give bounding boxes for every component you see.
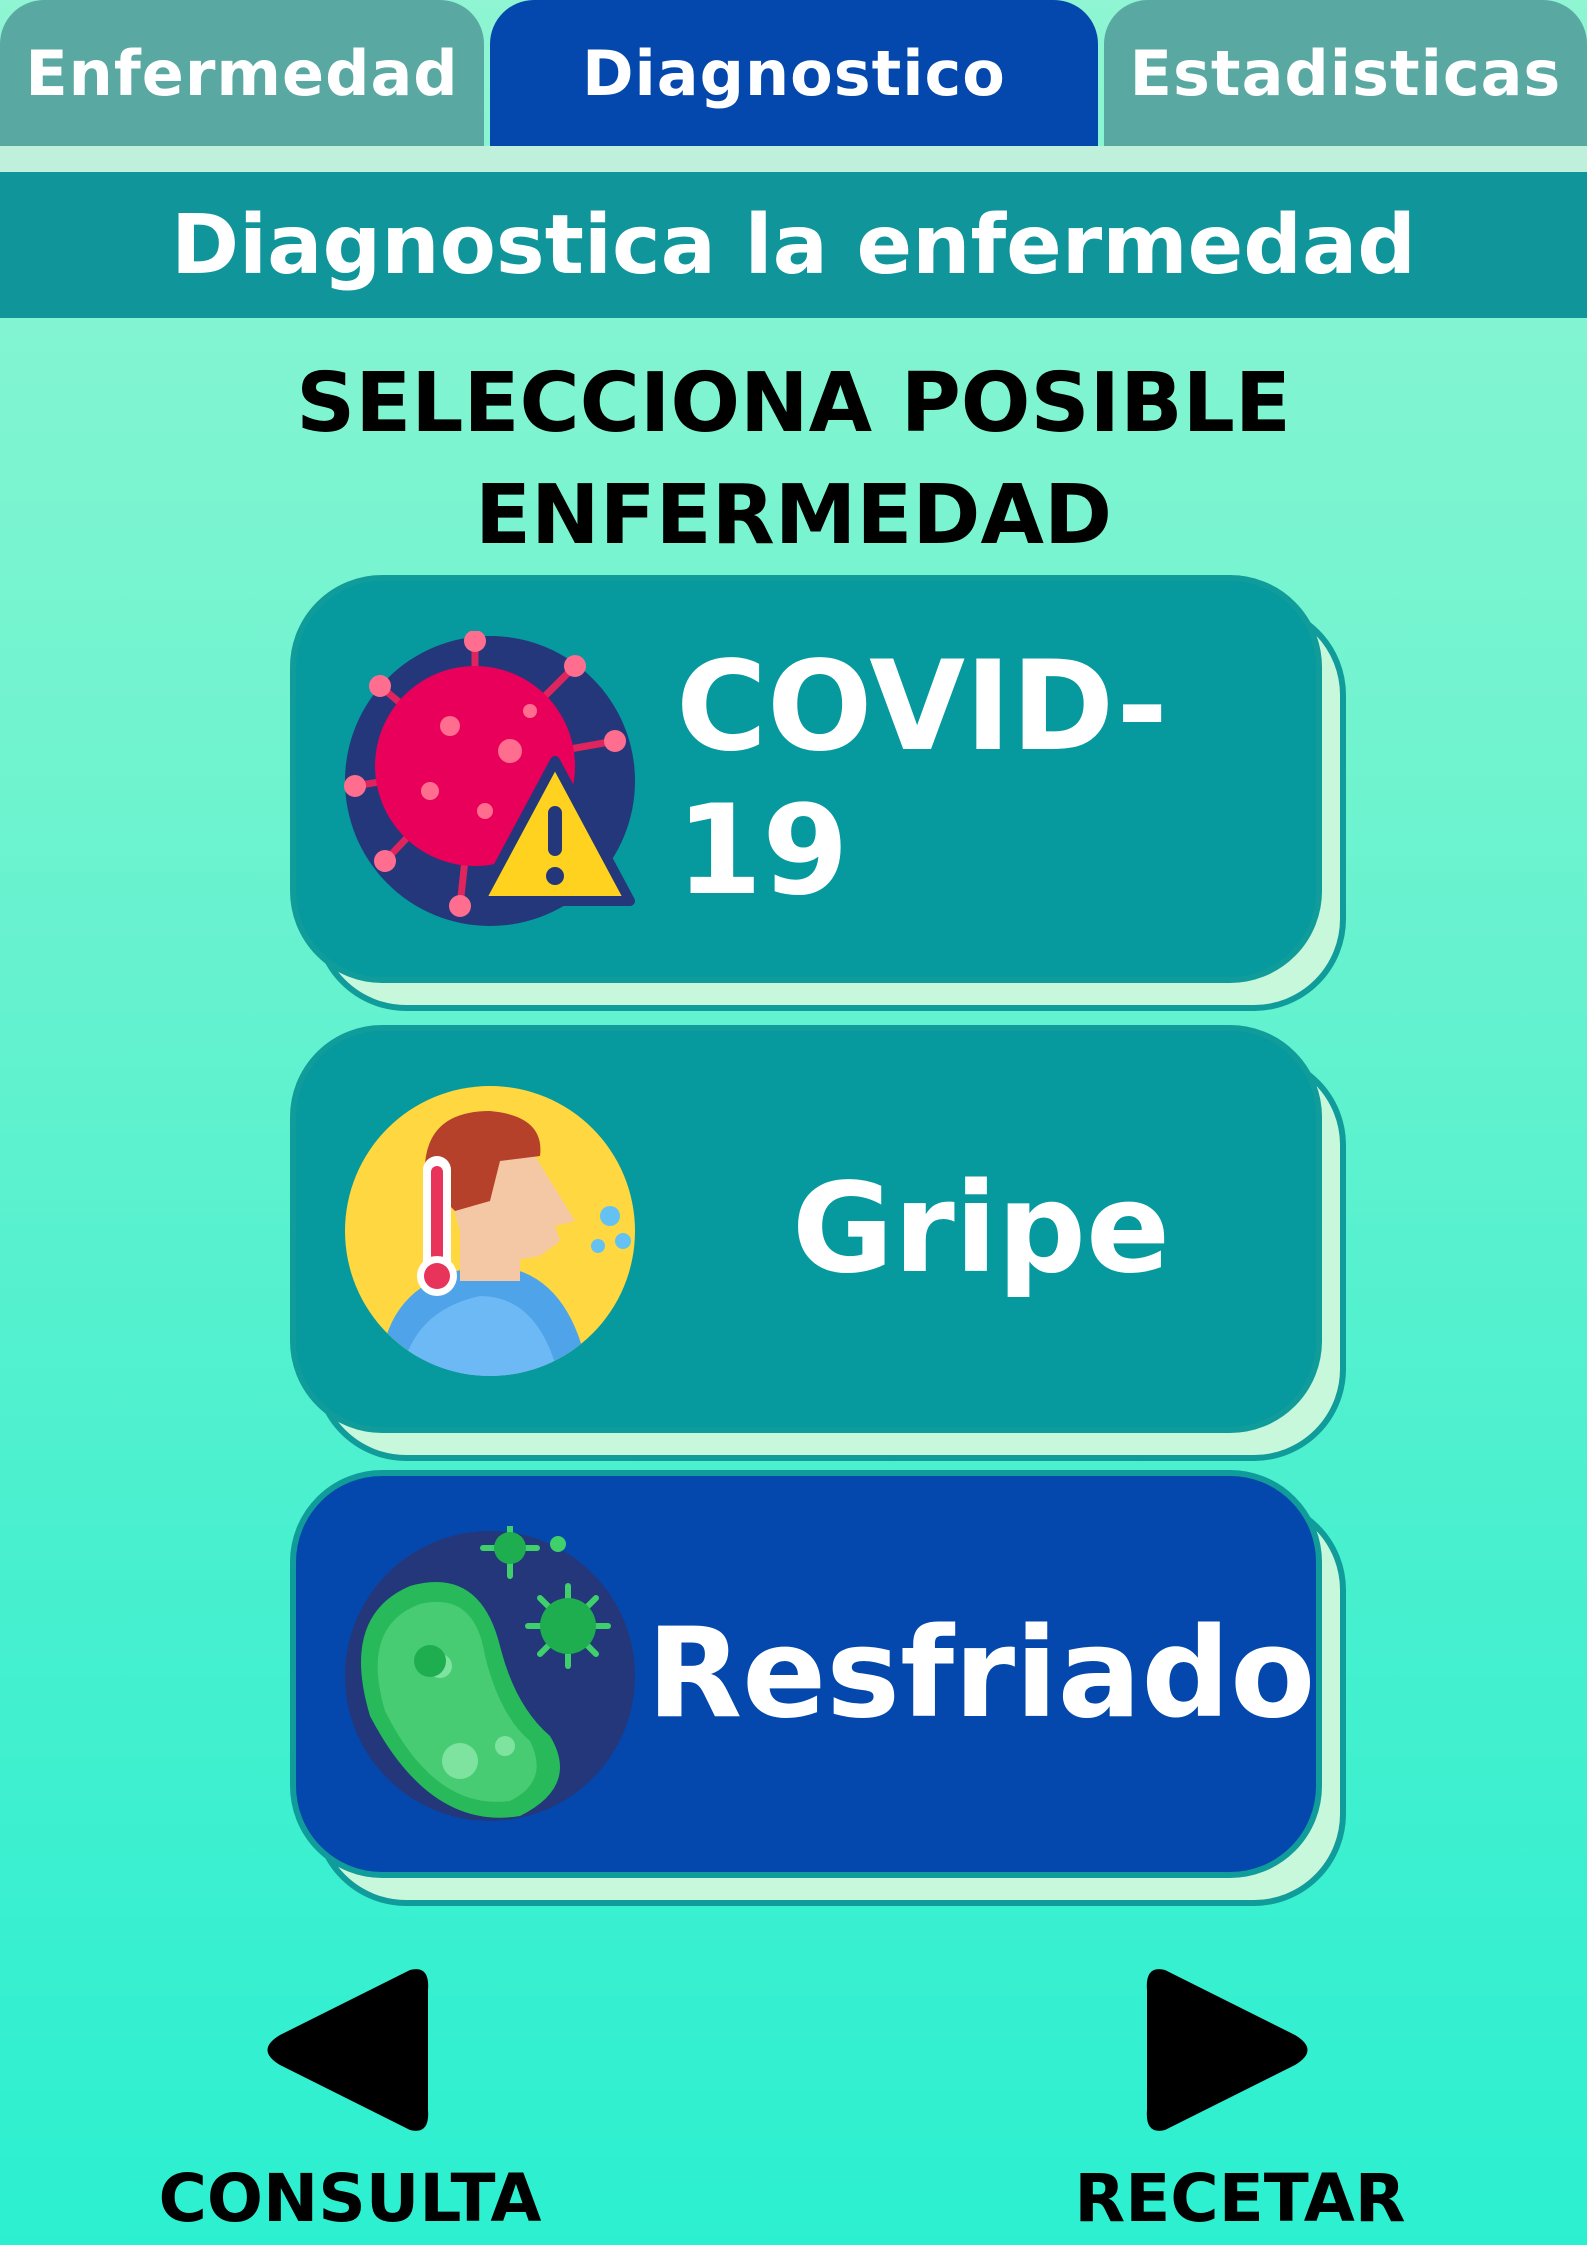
- instruction-line-1: SELECCIONA POSIBLE: [296, 356, 1291, 451]
- virus-warning-icon: [344, 631, 635, 926]
- instruction-text: SELECCIONA POSIBLE ENFERMEDAD: [160, 348, 1427, 572]
- fever-sneeze-icon: [345, 1086, 635, 1376]
- page-title: Diagnostica la enfermedad: [170, 197, 1416, 293]
- back-arrow-button[interactable]: [250, 1950, 430, 2150]
- instruction-line-2: ENFERMEDAD: [474, 468, 1113, 563]
- tab-diagnostico-label: Diagnostico: [582, 36, 1006, 110]
- tab-estadisticas[interactable]: Estadisticas: [1104, 0, 1587, 146]
- germ-bacteria-icon: [345, 1526, 635, 1821]
- option-resfriado-label: Resfriado: [646, 1602, 1316, 1746]
- option-gripe-wrapper: Gripe: [290, 1025, 1346, 1461]
- option-covid-label: COVID-19: [676, 635, 1168, 923]
- option-covid-wrapper: COVID-19: [290, 575, 1346, 1011]
- option-resfriado-button[interactable]: Resfriado: [290, 1470, 1322, 1878]
- next-arrow-button[interactable]: [1145, 1950, 1325, 2150]
- tab-enfermedad[interactable]: Enfermedad: [0, 0, 484, 146]
- option-resfriado-wrapper: Resfriado: [290, 1470, 1346, 1906]
- tab-enfermedad-label: Enfermedad: [25, 36, 459, 110]
- option-covid-button[interactable]: COVID-19: [290, 575, 1322, 983]
- tab-estadisticas-label: Estadisticas: [1129, 36, 1562, 110]
- back-label[interactable]: CONSULTA: [140, 2160, 560, 2237]
- tab-diagnostico[interactable]: Diagnostico: [490, 0, 1098, 146]
- option-gripe-button[interactable]: Gripe: [290, 1025, 1322, 1433]
- page-title-bar: Diagnostica la enfermedad: [0, 172, 1587, 318]
- next-label[interactable]: RECETAR: [1060, 2160, 1420, 2237]
- option-gripe-label: Gripe: [791, 1157, 1171, 1301]
- tab-divider: [0, 146, 1587, 172]
